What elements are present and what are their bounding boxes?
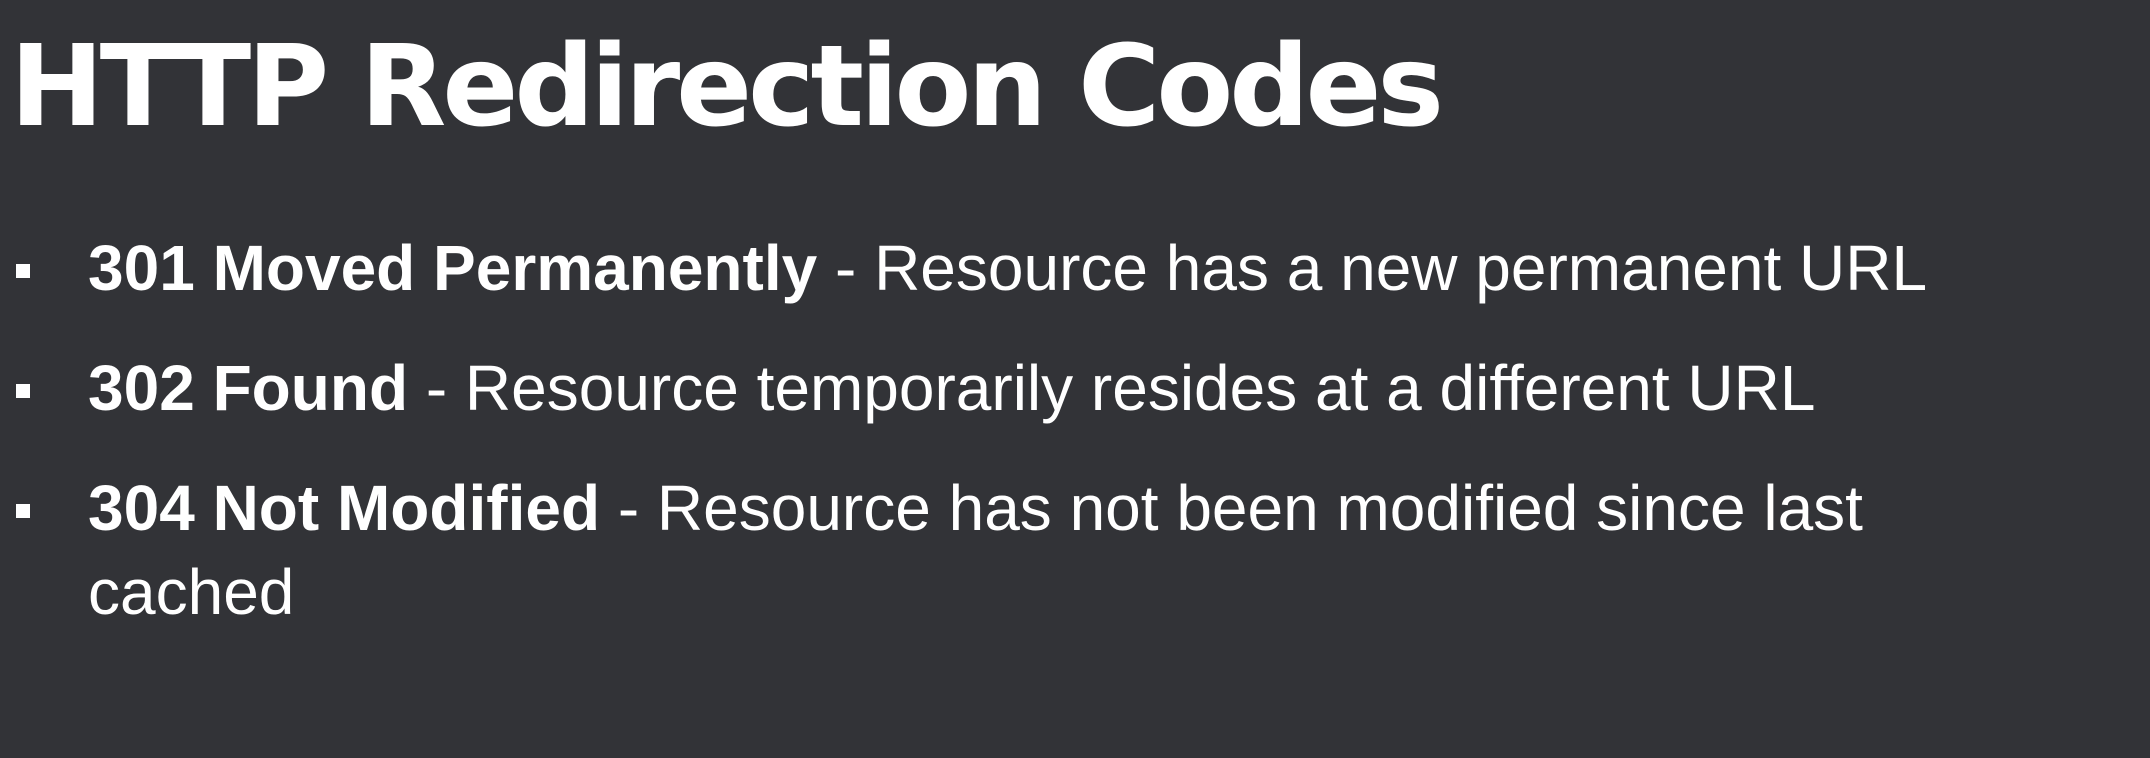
bullet-list: 301 Moved Permanently - Resource has a n… <box>0 226 2150 670</box>
list-item: 304 Not Modified - Resource has not been… <box>0 466 1988 634</box>
square-bullet-icon <box>16 264 30 278</box>
status-code-label: 301 Moved Permanently <box>88 232 818 304</box>
slide: HTTP Redirection Codes 301 Moved Permane… <box>0 0 2150 758</box>
separator: - <box>600 472 657 544</box>
separator: - <box>408 352 465 424</box>
status-code-label: 302 Found <box>88 352 409 424</box>
status-code-description: Resource temporarily resides at a differ… <box>464 352 1816 424</box>
list-item: 302 Found - Resource temporarily resides… <box>0 346 1988 430</box>
status-code-label: 304 Not Modified <box>88 472 601 544</box>
slide-title: HTTP Redirection Codes <box>10 22 1444 152</box>
list-item: 301 Moved Permanently - Resource has a n… <box>0 226 1988 310</box>
square-bullet-icon <box>16 504 30 518</box>
square-bullet-icon <box>16 384 30 398</box>
separator: - <box>817 232 875 304</box>
status-code-description: Resource has a new permanent URL <box>874 232 1928 304</box>
